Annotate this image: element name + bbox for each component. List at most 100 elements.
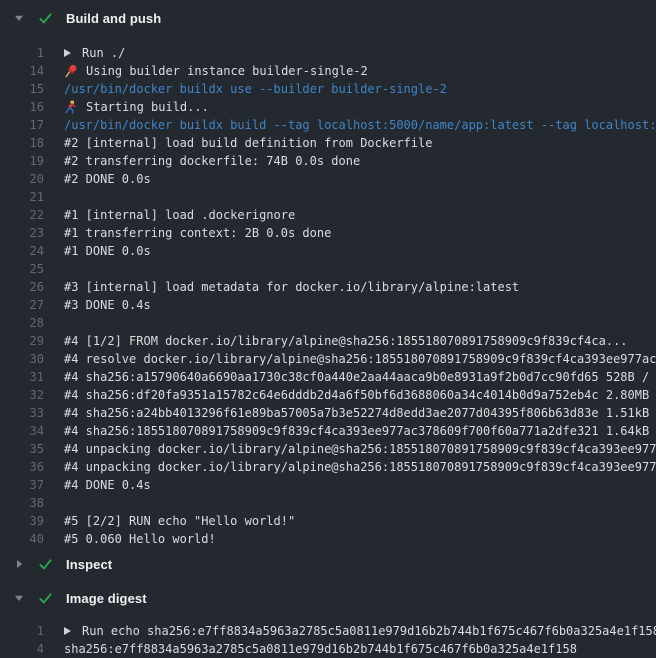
line-content: /usr/bin/docker buildx build --tag local… — [64, 118, 656, 132]
log-line: 32 #4 sha256:df20fa9351a15782c64e6dddb2d4… — [0, 386, 656, 404]
line-number[interactable]: 23 — [0, 226, 44, 240]
line-number[interactable]: 14 — [0, 64, 44, 78]
line-number[interactable]: 4 — [0, 642, 44, 656]
line-number[interactable]: 24 — [0, 244, 44, 258]
line-content: #2 [internal] load build definition from… — [64, 136, 432, 150]
log-line: 40 #5 0.060 Hello world! — [0, 530, 656, 548]
line-number[interactable]: 22 — [0, 208, 44, 222]
log-line: 34 #4 sha256:185518070891758909c9f839cf4c… — [0, 422, 656, 440]
log-text: #4 unpacking docker.io/library/alpine@sh… — [64, 442, 656, 456]
line-number[interactable]: 40 — [0, 532, 44, 546]
line-number[interactable]: 30 — [0, 352, 44, 366]
log-sections: Build and push1Run ./14Using builder ins… — [0, 0, 656, 658]
log-block-image-digest: 1 Run echo sha256:e7ff8834a5963a2785c5a08… — [0, 616, 656, 658]
line-content: #4 unpacking docker.io/library/alpine@sh… — [64, 460, 656, 474]
line-number[interactable]: 27 — [0, 298, 44, 312]
line-number[interactable]: 21 — [0, 190, 44, 204]
line-number[interactable]: 28 — [0, 316, 44, 330]
section-header-inspect[interactable]: Inspect — [0, 548, 656, 580]
line-content: #1 transferring context: 2B 0.0s done — [64, 226, 331, 240]
line-number[interactable]: 32 — [0, 388, 44, 402]
log-line: 17/usr/bin/docker buildx build --tag loc… — [0, 116, 656, 134]
line-content: sha256:e7ff8834a5963a2785c5a0811e979d16b… — [64, 642, 577, 656]
line-number[interactable]: 25 — [0, 262, 44, 276]
line-content: #3 [internal] load metadata for docker.i… — [64, 280, 519, 294]
line-number[interactable]: 19 — [0, 154, 44, 168]
line-number[interactable]: 31 — [0, 370, 44, 384]
log-line: 36 #4 unpacking docker.io/library/alpine@… — [0, 458, 656, 476]
chevron-right-icon[interactable] — [14, 559, 24, 569]
log-text: Run echo sha256:e7ff8834a5963a2785c5a081… — [82, 624, 656, 638]
success-check-icon — [38, 591, 53, 606]
line-number[interactable]: 15 — [0, 82, 44, 96]
line-number[interactable]: 39 — [0, 514, 44, 528]
section-header-build-and-push[interactable]: Build and push — [0, 0, 656, 36]
line-number[interactable]: 1 — [0, 624, 44, 638]
chevron-down-icon[interactable] — [14, 593, 24, 603]
line-number[interactable]: 38 — [0, 496, 44, 510]
log-text: #4 sha256:185518070891758909c9f839cf4ca3… — [64, 424, 656, 438]
log-line: 21 — [0, 188, 656, 206]
log-text: #1 transferring context: 2B 0.0s done — [64, 226, 331, 240]
log-line: 19 #2 transferring dockerfile: 74B 0.0s d… — [0, 152, 656, 170]
log-text: #3 DONE 0.4s — [64, 298, 151, 312]
log-text: #4 sha256:a15790640a6690aa1730c38cf0a440… — [64, 370, 656, 384]
log-line: 33 #4 sha256:a24bb4013296f61e89ba57005a7b… — [0, 404, 656, 422]
log-line: 26 #3 [internal] load metadata for docker… — [0, 278, 656, 296]
line-number[interactable]: 33 — [0, 406, 44, 420]
line-content: #4 sha256:185518070891758909c9f839cf4ca3… — [64, 424, 656, 438]
line-content: /usr/bin/docker buildx use --builder bui… — [64, 82, 447, 96]
log-line: 29#4 [1/2] FROM docker.io/library/alpine… — [0, 332, 656, 350]
line-number[interactable]: 16 — [0, 100, 44, 114]
log-line: 30 #4 resolve docker.io/library/alpine@sh… — [0, 350, 656, 368]
log-line: 20 #2 DONE 0.0s — [0, 170, 656, 188]
line-number[interactable]: 17 — [0, 118, 44, 132]
log-text: Using builder instance builder-single-2 — [86, 64, 368, 78]
line-content: #5 0.060 Hello world! — [64, 532, 216, 546]
line-content: #3 DONE 0.4s — [64, 298, 151, 312]
log-text: #2 DONE 0.0s — [64, 172, 151, 186]
line-number[interactable]: 34 — [0, 424, 44, 438]
log-line: 22 #1 [internal] load .dockerignore — [0, 206, 656, 224]
line-content: #4 sha256:df20fa9351a15782c64e6dddb2d4a6… — [64, 388, 656, 402]
log-line: 28 — [0, 314, 656, 332]
log-line: 1 Run echo sha256:e7ff8834a5963a2785c5a08… — [0, 622, 656, 640]
log-text: Run ./ — [82, 46, 125, 60]
log-text: #4 resolve docker.io/library/alpine@sha2… — [64, 352, 656, 366]
log-text: #1 [internal] load .dockerignore — [64, 208, 295, 222]
log-line: 37 #4 DONE 0.4s — [0, 476, 656, 494]
section-header-image-digest[interactable]: Image digest — [0, 580, 656, 616]
line-content: #4 DONE 0.4s — [64, 478, 151, 492]
chevron-down-icon[interactable] — [14, 13, 24, 23]
line-number[interactable]: 20 — [0, 172, 44, 186]
log-line: 18 #2 [internal] load build definition fr… — [0, 134, 656, 152]
line-content: #4 sha256:a24bb4013296f61e89ba57005a7b3e… — [64, 406, 656, 420]
line-number[interactable]: 37 — [0, 478, 44, 492]
runner-icon — [64, 100, 78, 114]
line-content: Starting build... — [64, 100, 209, 114]
log-text: #5 [2/2] RUN echo "Hello world!" — [64, 514, 295, 528]
log-line: 39 #5 [2/2] RUN echo "Hello world!" — [0, 512, 656, 530]
line-number[interactable]: 26 — [0, 280, 44, 294]
line-content: Run echo sha256:e7ff8834a5963a2785c5a081… — [64, 624, 656, 638]
section-title: Inspect — [66, 557, 112, 572]
line-content: Using builder instance builder-single-2 — [64, 64, 368, 78]
log-line: 27 #3 DONE 0.4s — [0, 296, 656, 314]
line-number[interactable]: 18 — [0, 136, 44, 150]
line-content: #4 resolve docker.io/library/alpine@sha2… — [64, 352, 656, 366]
line-number[interactable]: 29 — [0, 334, 44, 348]
log-text: #1 DONE 0.0s — [64, 244, 151, 258]
run-arrow-icon[interactable] — [64, 627, 71, 635]
log-text: sha256:e7ff8834a5963a2785c5a0811e979d16b… — [64, 642, 577, 656]
log-text: #3 [internal] load metadata for docker.i… — [64, 280, 519, 294]
line-number[interactable]: 1 — [0, 46, 44, 60]
run-arrow-icon[interactable] — [64, 49, 71, 57]
log-line: 1 Run ./ — [0, 44, 656, 62]
line-content: #4 unpacking docker.io/library/alpine@sh… — [64, 442, 656, 456]
section-title: Build and push — [66, 11, 161, 26]
log-text: #2 transferring dockerfile: 74B 0.0s don… — [64, 154, 360, 168]
log-line: 35 #4 unpacking docker.io/library/alpine@… — [0, 440, 656, 458]
log-text: #4 DONE 0.4s — [64, 478, 151, 492]
line-number[interactable]: 36 — [0, 460, 44, 474]
line-number[interactable]: 35 — [0, 442, 44, 456]
